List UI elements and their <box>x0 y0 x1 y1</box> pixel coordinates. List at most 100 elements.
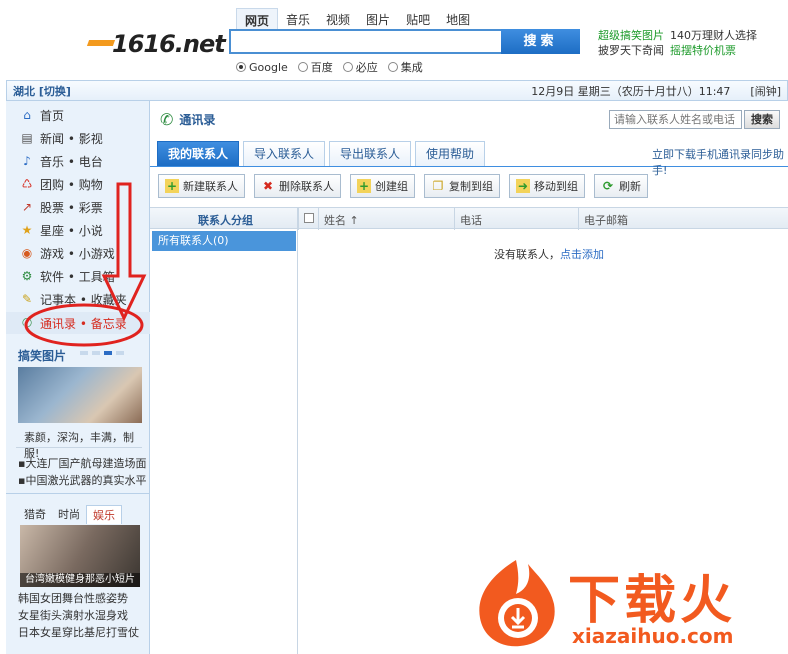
empty-text: 没有联系人， <box>494 248 560 261</box>
tab-entertainment[interactable]: 娱乐 <box>86 505 122 524</box>
promo-col-2: 140万理财人选择 摇摆特价机票 <box>670 28 757 58</box>
create-group-button[interactable]: + 创建组 <box>350 174 415 198</box>
empty-message: 没有联系人，点击添加 <box>494 246 604 262</box>
column-separator <box>454 208 455 230</box>
engine-integrated[interactable]: 集成 <box>387 59 423 75</box>
contacts-title: ✆ 通讯录 <box>160 110 215 129</box>
engine-label: 集成 <box>400 61 423 74</box>
tab-my-contacts[interactable]: 我的联系人 <box>157 141 240 166</box>
highlight-ellipse <box>24 303 144 347</box>
ent-link[interactable]: 韩国女团舞台性感姿势 <box>18 590 139 607</box>
new-contact-button[interactable]: + 新建联系人 <box>158 174 245 198</box>
download-sync-link[interactable]: 立即下载手机通讯录同步助手! <box>652 146 788 178</box>
radio-icon <box>297 62 308 72</box>
news-link[interactable]: ▪中国激光武器的真实水平 <box>18 472 146 489</box>
radio-icon <box>342 62 353 72</box>
button-label: 刷新 <box>619 180 641 193</box>
radio-icon <box>387 62 398 72</box>
contacts-tabs: 我的联系人 导入联系人 导出联系人 使用帮助 <box>157 141 486 166</box>
watermark-brand: 下载火 <box>568 571 737 631</box>
info-bar: 湖北 [切换] 12月9日 星期三（农历十月廿八）11:47 [闹钟] <box>6 80 788 101</box>
move-icon: ➜ <box>516 179 530 193</box>
create-group-icon: + <box>357 179 371 193</box>
engine-label: 必应 <box>355 61 378 74</box>
column-phone[interactable]: 电话 <box>460 212 482 228</box>
add-contact-link[interactable]: 点击添加 <box>560 248 604 261</box>
engine-google[interactable]: Google <box>236 59 288 75</box>
column-separator <box>318 208 319 230</box>
column-separator <box>298 208 299 230</box>
radio-icon <box>236 62 246 72</box>
select-all-checkbox[interactable] <box>304 213 314 223</box>
engine-bing[interactable]: 必应 <box>342 59 378 75</box>
ent-links: 韩国女团舞台性感姿势 女星街头演射水湿身戏 日本女星穿比基尼打雪仗 <box>18 590 139 641</box>
column-name[interactable]: 姓名 ↑ <box>324 212 359 228</box>
news-icon: ▤ <box>21 131 33 145</box>
sidebar-item-label: 新闻 • 影视 <box>40 131 103 146</box>
engine-baidu[interactable]: 百度 <box>297 59 333 75</box>
button-label: 删除联系人 <box>279 180 334 193</box>
button-label: 复制到组 <box>449 180 493 193</box>
ent-link[interactable]: 女星街头演射水湿身戏 <box>18 607 139 624</box>
home-icon: ⌂ <box>23 108 31 122</box>
engine-label: 百度 <box>310 61 333 74</box>
group-panel <box>150 207 298 654</box>
arrow-down-icon <box>101 182 147 322</box>
tab-help[interactable]: 使用帮助 <box>415 141 486 166</box>
search-engine-options: Google 百度 必应 集成 <box>236 59 423 75</box>
sidebar-item-label: 首页 <box>40 108 65 123</box>
news-link[interactable]: ▪大连厂国产航母建造场面 <box>18 455 146 472</box>
column-separator <box>578 208 579 230</box>
promo-link[interactable]: 超级搞笑图片 <box>598 28 664 43</box>
promo-col-1: 超级搞笑图片 披罗天下奇闻 <box>598 28 664 58</box>
tab-export[interactable]: 导出联系人 <box>329 141 412 166</box>
divider <box>16 447 142 448</box>
site-logo[interactable]: 1616.net <box>86 30 226 64</box>
add-contact-icon: + <box>165 179 179 193</box>
delete-icon: ✖ <box>262 179 274 193</box>
promo-link[interactable]: 披罗天下奇闻 <box>598 43 664 58</box>
watermark: 下载火 xiazaihuo.com <box>466 550 788 654</box>
region-switch[interactable]: 湖北 [切换] <box>13 83 71 99</box>
sidebar-item-label: 音乐 • 电台 <box>40 154 103 169</box>
button-label: 新建联系人 <box>183 180 238 193</box>
contacts-book-icon: ✆ <box>160 110 174 129</box>
column-email[interactable]: 电子邮箱 <box>584 212 628 228</box>
web-search-button[interactable]: 搜索 <box>501 29 580 54</box>
web-search-input[interactable] <box>229 29 502 54</box>
delete-contact-button[interactable]: ✖ 删除联系人 <box>254 174 341 198</box>
contact-search-button[interactable]: 搜索 <box>744 110 780 129</box>
ent-tabs: 猎奇 时尚 娱乐 <box>18 505 122 524</box>
copy-to-group-button[interactable]: ❐ 复制到组 <box>424 174 500 198</box>
button-label: 移动到组 <box>534 180 578 193</box>
contacts-toolbar: + 新建联系人 ✖ 删除联系人 + 创建组 ❐ 复制到组 ➜ 移动到组 ⟳ 刷新 <box>158 174 648 198</box>
ent-link[interactable]: 日本女星穿比基尼打雪仗 <box>18 624 139 641</box>
move-to-group-button[interactable]: ➜ 移动到组 <box>509 174 585 198</box>
engine-label: Google <box>249 60 288 74</box>
news-links: ▪大连厂国产航母建造场面 ▪中国激光武器的真实水平 <box>18 455 146 489</box>
fun-photo[interactable] <box>18 367 142 423</box>
promo-link[interactable]: 摇摆特价机票 <box>670 43 757 58</box>
group-all-contacts[interactable]: 所有联系人(0) <box>152 231 296 251</box>
watermark-domain: xiazaihuo.com <box>572 624 734 648</box>
ent-caption: 台湾嫩模健身那恶小短片 <box>20 573 140 587</box>
refresh-icon: ⟳ <box>602 179 614 193</box>
ent-photo[interactable]: 台湾嫩模健身那恶小短片 <box>20 525 140 587</box>
copy-icon: ❐ <box>432 179 444 193</box>
annotation-overlay <box>24 182 147 347</box>
contact-search-input[interactable] <box>609 110 742 129</box>
button-label: 创建组 <box>375 180 408 193</box>
tab-curious[interactable]: 猎奇 <box>18 505 52 524</box>
sidebar-item-music[interactable]: ♪ 音乐 • 电台 <box>20 151 103 171</box>
date-display: 12月9日 星期三（农历十月廿八）11:47 <box>531 84 731 98</box>
sidebar-item-news[interactable]: ▤ 新闻 • 影视 <box>20 128 103 148</box>
refresh-button[interactable]: ⟳ 刷新 <box>594 174 648 198</box>
tab-import[interactable]: 导入联系人 <box>243 141 326 166</box>
page-title: 通讯录 <box>179 113 216 127</box>
music-icon: ♪ <box>23 154 31 168</box>
alarm-link[interactable]: [闹钟] <box>750 83 781 99</box>
promo-link[interactable]: 140万理财人选择 <box>670 28 757 43</box>
divider <box>6 493 150 494</box>
tab-fashion[interactable]: 时尚 <box>52 505 86 524</box>
sidebar-item-home[interactable]: ⌂ 首页 <box>20 105 64 125</box>
